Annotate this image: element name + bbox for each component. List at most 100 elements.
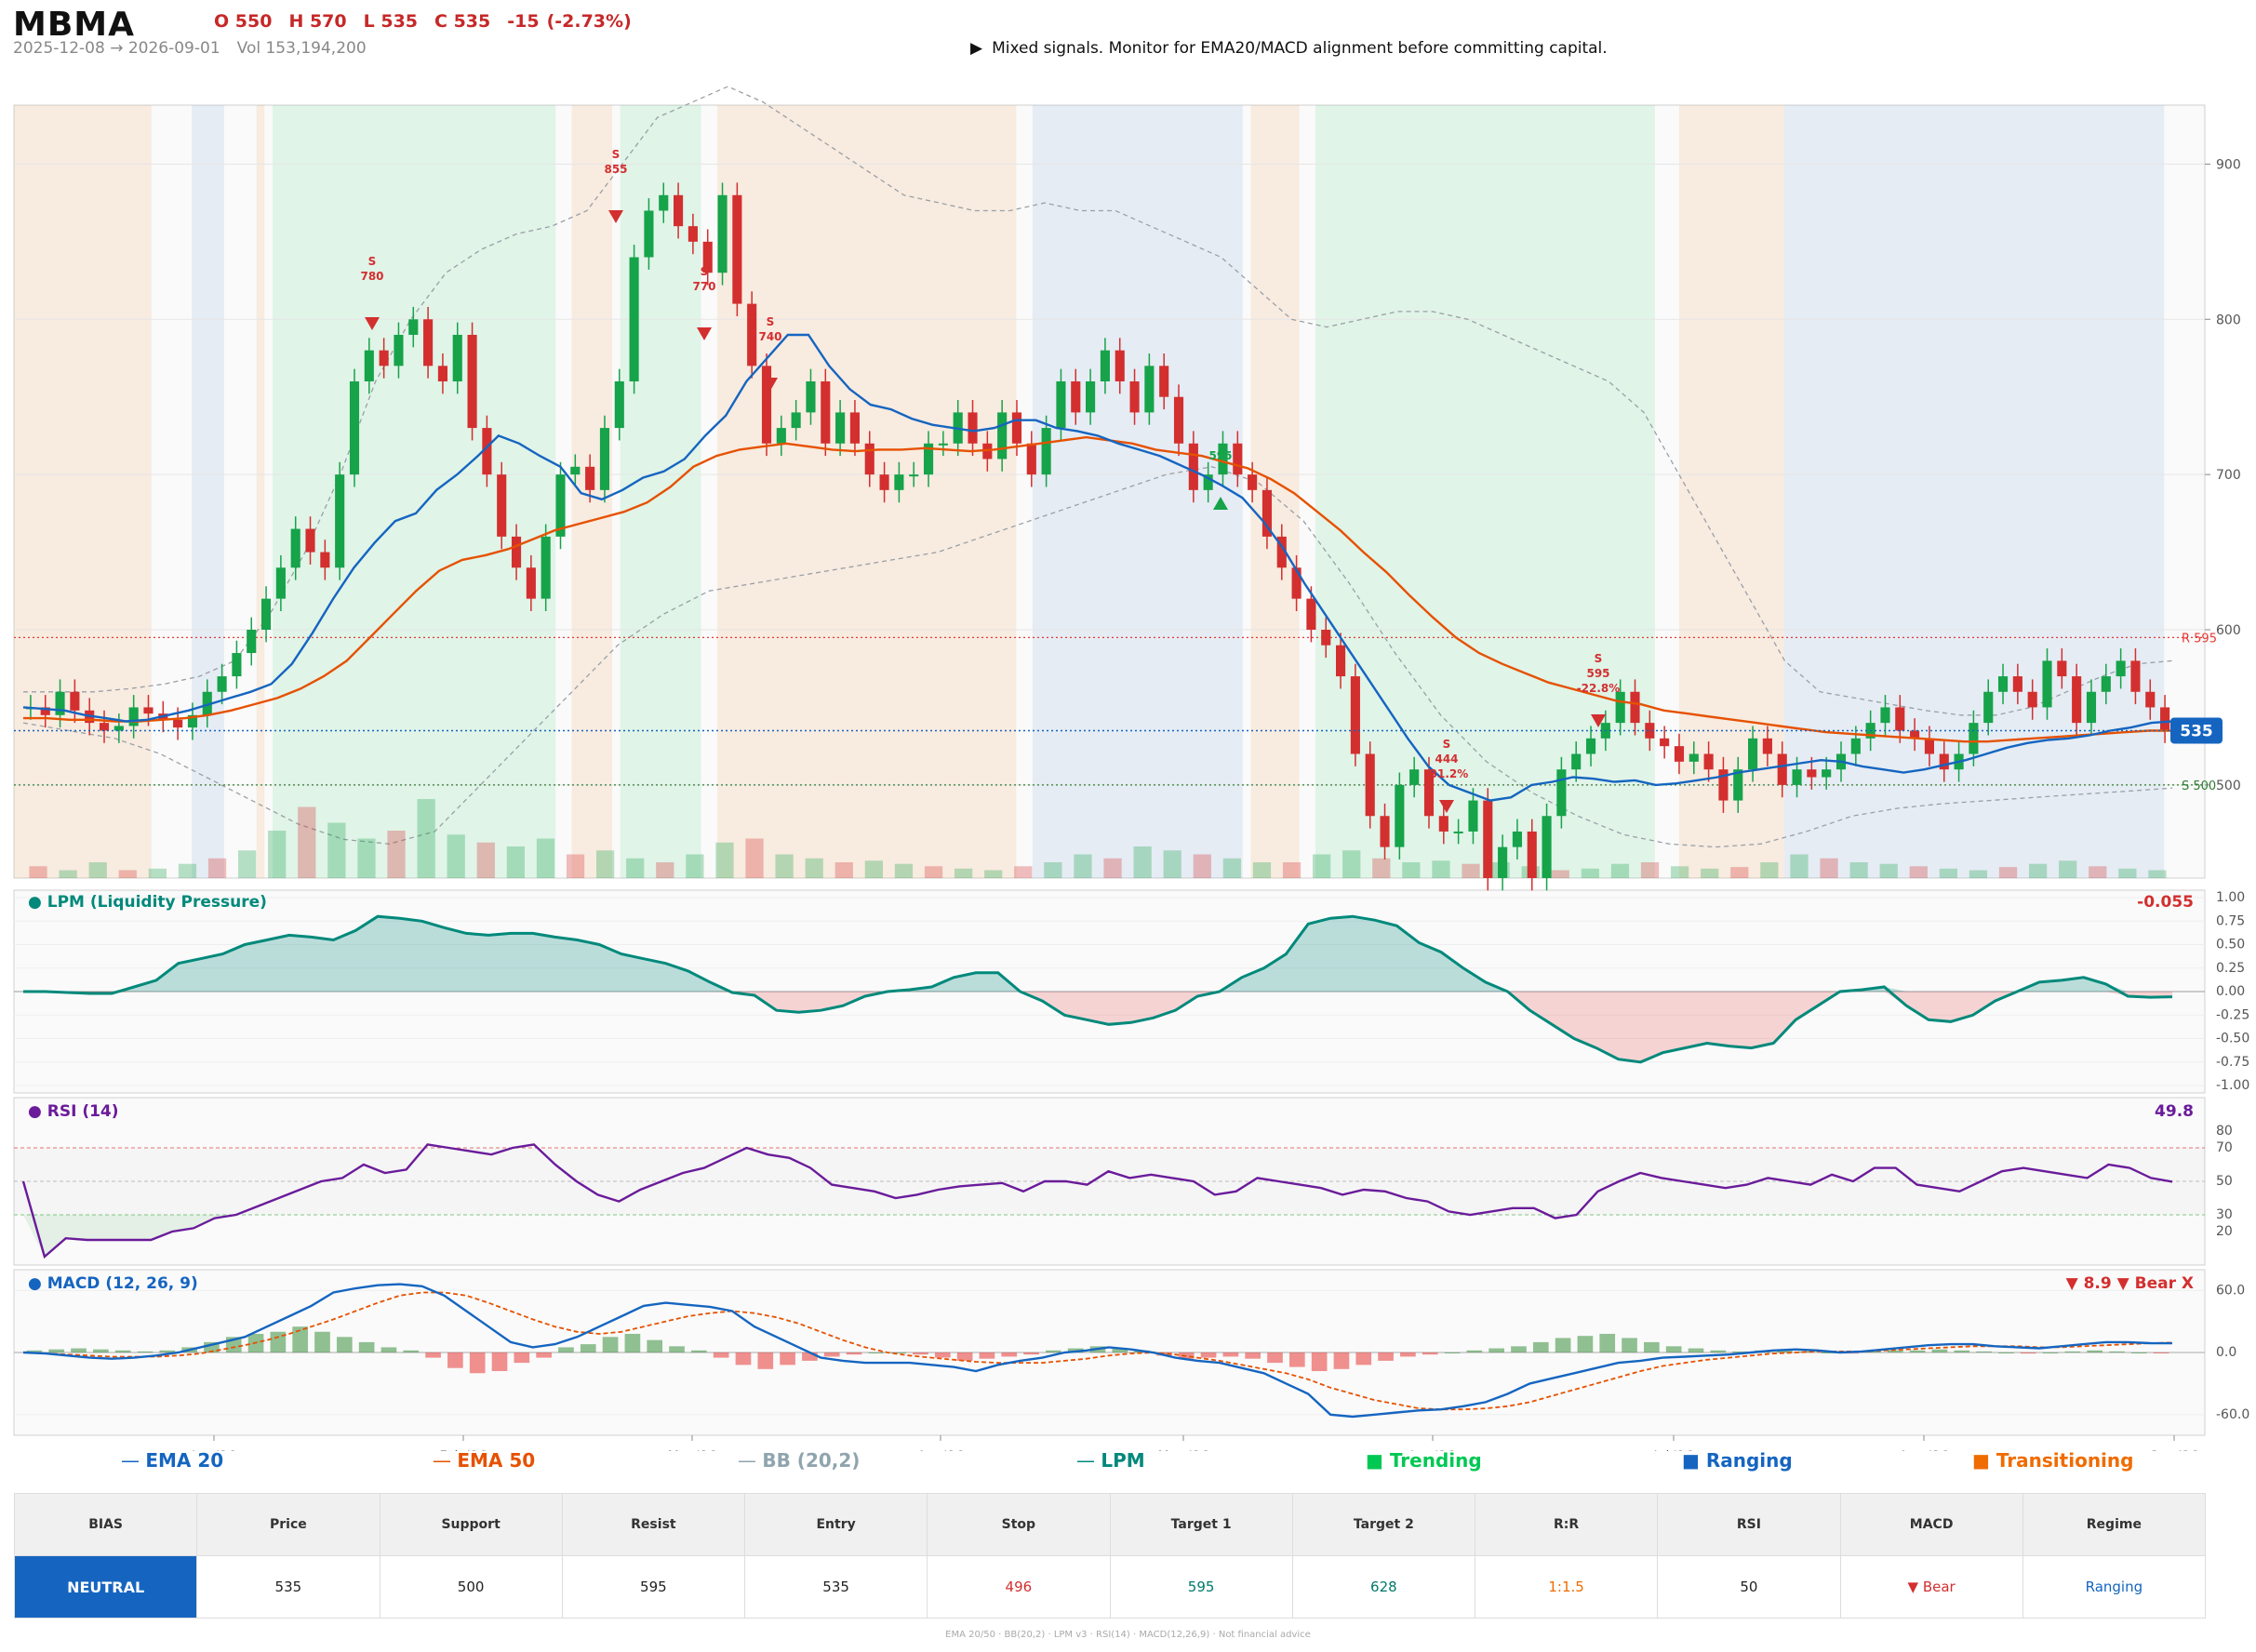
value-stop: 496 [927, 1555, 1111, 1619]
volume-bar [1163, 850, 1181, 878]
volume-bar [1849, 862, 1868, 878]
bias-badge: NEUTRAL [13, 1555, 198, 1619]
candle-body [1115, 350, 1125, 382]
candle-body [1498, 846, 1508, 878]
candle-body [1144, 366, 1155, 413]
regime-band-transitioning [571, 105, 612, 878]
volume-bar [1074, 854, 1092, 878]
macd-histogram-bar [846, 1352, 862, 1355]
header-resist: Resist [561, 1493, 746, 1556]
legend-bb: — BB (20,2) [738, 1449, 860, 1472]
volume-bar [1730, 867, 1749, 878]
candle-body [776, 428, 786, 444]
volume-bar [1671, 866, 1689, 878]
square-swatch-icon: ■ [1682, 1449, 1706, 1472]
macd-histogram-bar [1023, 1352, 1039, 1355]
candle-body [614, 381, 624, 429]
candle-body [938, 443, 948, 446]
candle-body [394, 334, 404, 366]
volume-bar [1014, 866, 1033, 878]
macd-histogram-bar [2087, 1350, 2102, 1352]
legend-trending-label: Trending [1389, 1449, 1482, 1472]
lpm-tick-label: -0.75 [2216, 1055, 2249, 1070]
volume-bar [596, 850, 615, 878]
candle-body [1188, 443, 1198, 490]
volume-bar [1313, 854, 1331, 878]
volume-bar [1939, 868, 1957, 878]
lpm-tick-label: 0.00 [2216, 984, 2245, 999]
line-swatch-icon: — [1076, 1449, 1101, 1472]
lpm-tick-label: -0.50 [2216, 1032, 2249, 1046]
volume-bar [207, 858, 227, 878]
volume-bar [29, 866, 47, 878]
levels-header-row: BIAS Price Support Resist Entry Stop Tar… [13, 1493, 2207, 1556]
macd-histogram-bar [1046, 1350, 1061, 1352]
candle-body [909, 474, 919, 477]
volume-bar [834, 862, 853, 878]
candle-body [1527, 831, 1537, 878]
rsi-tick-label: 20 [2216, 1224, 2233, 1239]
candle-body [1365, 753, 1375, 817]
signal-marker-value: 770 [692, 280, 715, 293]
volume-bar [1969, 870, 1988, 878]
signal-marker-value: 595 [1208, 449, 1232, 462]
volume-bar [238, 850, 257, 878]
volume-bar [1402, 862, 1421, 878]
header-entry: Entry [743, 1493, 928, 1556]
macd-histogram-bar [802, 1352, 818, 1361]
line-swatch-icon: — [121, 1449, 146, 1472]
legend-trending: ■ Trending [1366, 1449, 1482, 1472]
candle-body [364, 350, 374, 382]
legend-ema20: — EMA 20 [121, 1449, 223, 1472]
price-tick-label: 500 [2216, 779, 2241, 793]
volume-bar [1432, 860, 1450, 878]
macd-histogram-bar [1532, 1341, 1549, 1352]
candle-body [570, 466, 581, 475]
candle-body [1512, 831, 1522, 847]
volume-bar [1342, 850, 1361, 878]
candle-body [1409, 769, 1420, 785]
candle-body [1159, 366, 1169, 397]
price-tick-label: 700 [2216, 468, 2241, 483]
value-target2: 628 [1291, 1555, 1476, 1619]
signal-marker-value: 780 [360, 270, 383, 283]
candle-body [835, 412, 846, 444]
candle-body [526, 567, 536, 599]
volume-bar [954, 868, 973, 878]
candle-body [732, 194, 742, 304]
macd-histogram-bar [1400, 1352, 1416, 1357]
signal-marker-label: S [368, 255, 377, 268]
candle-body [437, 366, 447, 382]
candle-body [379, 350, 389, 366]
macd-histogram-bar [1599, 1333, 1616, 1352]
signal-marker-pct: -22.8% [1577, 682, 1621, 695]
macd-histogram-bar [558, 1347, 574, 1352]
rsi-title: ● RSI (14) [28, 1102, 119, 1121]
volume-bar [1044, 862, 1062, 878]
macd-histogram-bar [2042, 1352, 2059, 1353]
volume-bar [984, 870, 1003, 878]
volume-bar [1909, 866, 1928, 878]
value-entry: 535 [743, 1555, 928, 1619]
signal-marker-label: S [612, 148, 621, 161]
candle-body [1615, 691, 1625, 724]
candle-body [1983, 691, 1994, 724]
candle-body [143, 707, 154, 714]
header-macd: MACD [1839, 1493, 2023, 1556]
candle-body [1350, 676, 1360, 754]
macd-histogram-bar [2130, 1352, 2147, 1353]
candle-body [335, 474, 345, 568]
candle-body [99, 723, 110, 731]
candle-body [1585, 738, 1596, 754]
macd-histogram-bar [1466, 1350, 1483, 1352]
volume-bar [775, 854, 794, 878]
candle-body [511, 536, 522, 568]
candle-body [2160, 707, 2170, 731]
last-price-value: 535 [2180, 722, 2213, 740]
value-price: 535 [196, 1555, 380, 1619]
macd-histogram-bar [1288, 1352, 1305, 1367]
lpm-tick-label: 0.75 [2216, 913, 2245, 928]
regime-band-trending [620, 105, 701, 878]
candle-body [1483, 800, 1493, 878]
candle-body [879, 474, 889, 490]
